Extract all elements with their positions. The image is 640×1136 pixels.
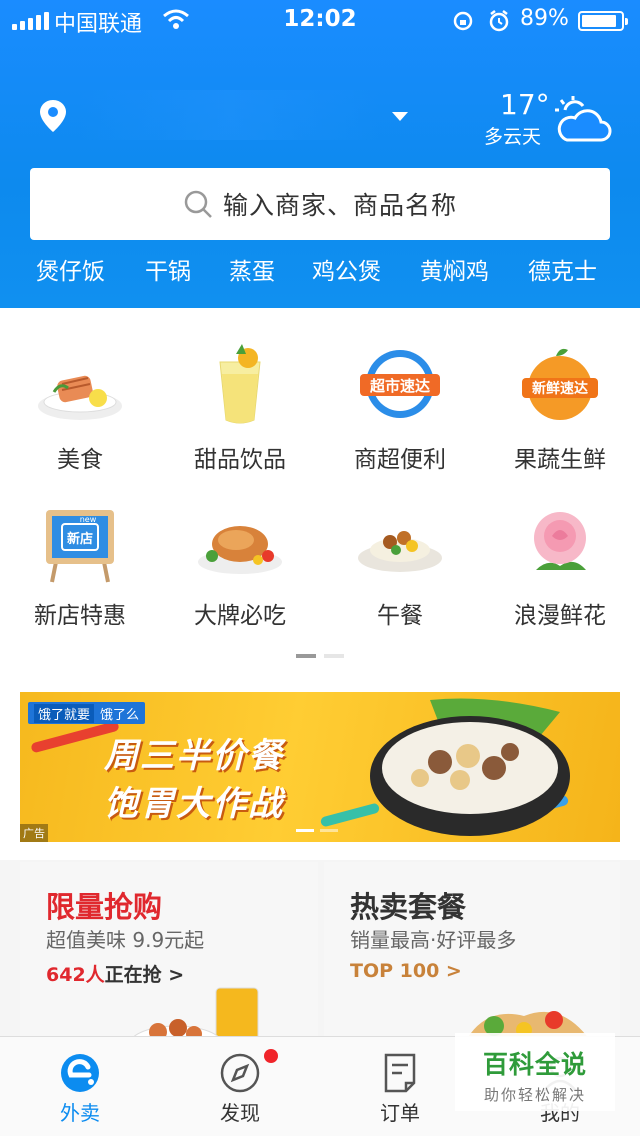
category-label: 美食 <box>57 447 103 473</box>
fresh-icon: 新鲜速达 <box>522 348 598 420</box>
category-label: 甜品饮品 <box>194 447 286 473</box>
category-label: 商超便利 <box>354 447 446 473</box>
cloudy-icon <box>555 96 612 142</box>
battery-percent: 89% <box>520 6 569 31</box>
category-brands[interactable]: 大牌必吃 <box>160 500 320 630</box>
card-subtitle: 超值美味 9.9元起 <box>46 928 205 952</box>
search-placeholder: 输入商家、商品名称 <box>222 191 457 220</box>
temperature: 17° <box>500 88 550 121</box>
tab-takeout[interactable]: 外卖 <box>0 1051 160 1126</box>
flash-sale-card[interactable]: 限量抢购 超值美味 9.9元起 642人正在抢 > <box>20 862 318 1062</box>
chevron-down-icon[interactable] <box>392 112 408 121</box>
category-grid: 美食 甜品饮品 超市速达 商超便利 新鲜速达 果蔬生鲜 新店 new 新店特惠 … <box>0 308 640 680</box>
card-meta: 642人正在抢 > <box>46 960 184 987</box>
notification-badge <box>264 1049 278 1063</box>
alarm-icon <box>489 10 509 32</box>
banner-section: 饿了就要 饿了么 周三半价餐 饱胃大作战 广告 <box>0 680 640 860</box>
address-label[interactable] <box>80 90 380 140</box>
watermark-subtitle: 助你轻松解决 <box>483 1086 586 1104</box>
category-badge: 新店 <box>67 531 93 547</box>
hot-search-words: 煲仔饭 干锅 蒸蛋 鸡公煲 黄焖鸡 德克士 <box>0 252 640 292</box>
watermark: 百科全说 助你轻松解决 <box>455 1033 615 1111</box>
banner-tag: 饿了就要 饿了么 <box>28 702 146 724</box>
category-food[interactable]: 美食 <box>0 344 160 474</box>
category-supermarket[interactable]: 超市速达 商超便利 <box>320 344 480 474</box>
supermarket-icon: 超市速达 <box>360 350 440 418</box>
banner-indicator <box>296 829 338 832</box>
lunch-icon <box>358 531 442 572</box>
category-fresh[interactable]: 新鲜速达 果蔬生鲜 <box>480 344 640 474</box>
hot-word[interactable]: 干锅 <box>145 252 191 286</box>
promo-cards: 限量抢购 超值美味 9.9元起 642人正在抢 > 热卖套餐 销量最高·好评最多… <box>0 860 640 1062</box>
card-meta-top: TOP 100 > <box>350 960 462 982</box>
category-badge-top: new <box>80 515 97 524</box>
card-meta-count: 642人 <box>46 964 105 986</box>
rotation-lock-icon <box>453 11 473 31</box>
category-label: 大牌必吃 <box>194 603 286 629</box>
tab-label: 发现 <box>220 1101 260 1125</box>
location-pin-icon[interactable] <box>38 98 68 134</box>
battery-fill <box>582 15 616 27</box>
hot-word[interactable]: 蒸蛋 <box>229 252 275 286</box>
category-badge: 超市速达 <box>369 377 430 395</box>
battery-icon <box>578 11 628 31</box>
hot-word[interactable]: 煲仔饭 <box>36 252 105 286</box>
tab-discover[interactable]: 发现 <box>160 1051 320 1126</box>
card-title: 热卖套餐 <box>350 890 467 924</box>
hot-word[interactable]: 德克士 <box>528 252 597 286</box>
banner-brand-text: 饿了么 <box>100 707 140 723</box>
category-label: 果蔬生鲜 <box>514 447 606 473</box>
banner-tag-text: 饿了就要 <box>34 703 95 723</box>
eleme-icon <box>61 1054 99 1092</box>
tab-label: 外卖 <box>60 1101 100 1125</box>
hot-word[interactable]: 鸡公煲 <box>312 252 381 286</box>
ad-label: 广告 <box>20 824 48 842</box>
watermark-title: 百科全说 <box>482 1050 587 1079</box>
category-new-store[interactable]: 新店 new 新店特惠 <box>0 500 160 630</box>
page-indicator <box>296 654 344 658</box>
category-flowers[interactable]: 浪漫鲜花 <box>480 500 640 630</box>
search-icon <box>184 190 212 218</box>
new-store-icon: 新店 new <box>46 510 114 583</box>
roast-chicken-icon <box>198 526 282 574</box>
food-icon <box>38 375 122 420</box>
banner-subheadline: 饱胃大作战 <box>104 784 284 824</box>
search-bar[interactable]: 输入商家、商品名称 <box>30 168 610 240</box>
compass-icon <box>220 1053 260 1093</box>
rice-bowl-icon <box>370 698 570 836</box>
card-meta: TOP 100 > <box>350 960 462 982</box>
card-title: 限量抢购 <box>46 890 163 924</box>
card-meta-text: 正在抢 > <box>104 964 185 986</box>
category-drinks[interactable]: 甜品饮品 <box>160 344 320 474</box>
promo-banner[interactable]: 饿了就要 饿了么 周三半价餐 饱胃大作战 广告 <box>20 692 620 842</box>
flower-icon <box>534 512 586 570</box>
banner-headline: 周三半价餐 <box>104 736 284 776</box>
card-subtitle: 销量最高·好评最多 <box>350 928 517 952</box>
category-label: 午餐 <box>377 603 423 629</box>
hot-word[interactable]: 黄焖鸡 <box>420 252 489 286</box>
drink-icon <box>219 344 261 424</box>
category-label: 浪漫鲜花 <box>514 603 606 629</box>
hot-combo-card[interactable]: 热卖套餐 销量最高·好评最多 TOP 100 > <box>324 862 620 1062</box>
category-lunch[interactable]: 午餐 <box>320 500 480 630</box>
category-badge: 新鲜速达 <box>532 380 588 397</box>
weather-description: 多云天 <box>484 126 542 148</box>
status-bar: 中国联通 12:02 89% <box>0 0 640 42</box>
category-label: 新店特惠 <box>34 603 126 629</box>
header: 中国联通 12:02 89% 17° 多云天 输入商家、商品名称 煲仔饭 干锅 … <box>0 0 640 308</box>
order-icon <box>384 1053 416 1093</box>
